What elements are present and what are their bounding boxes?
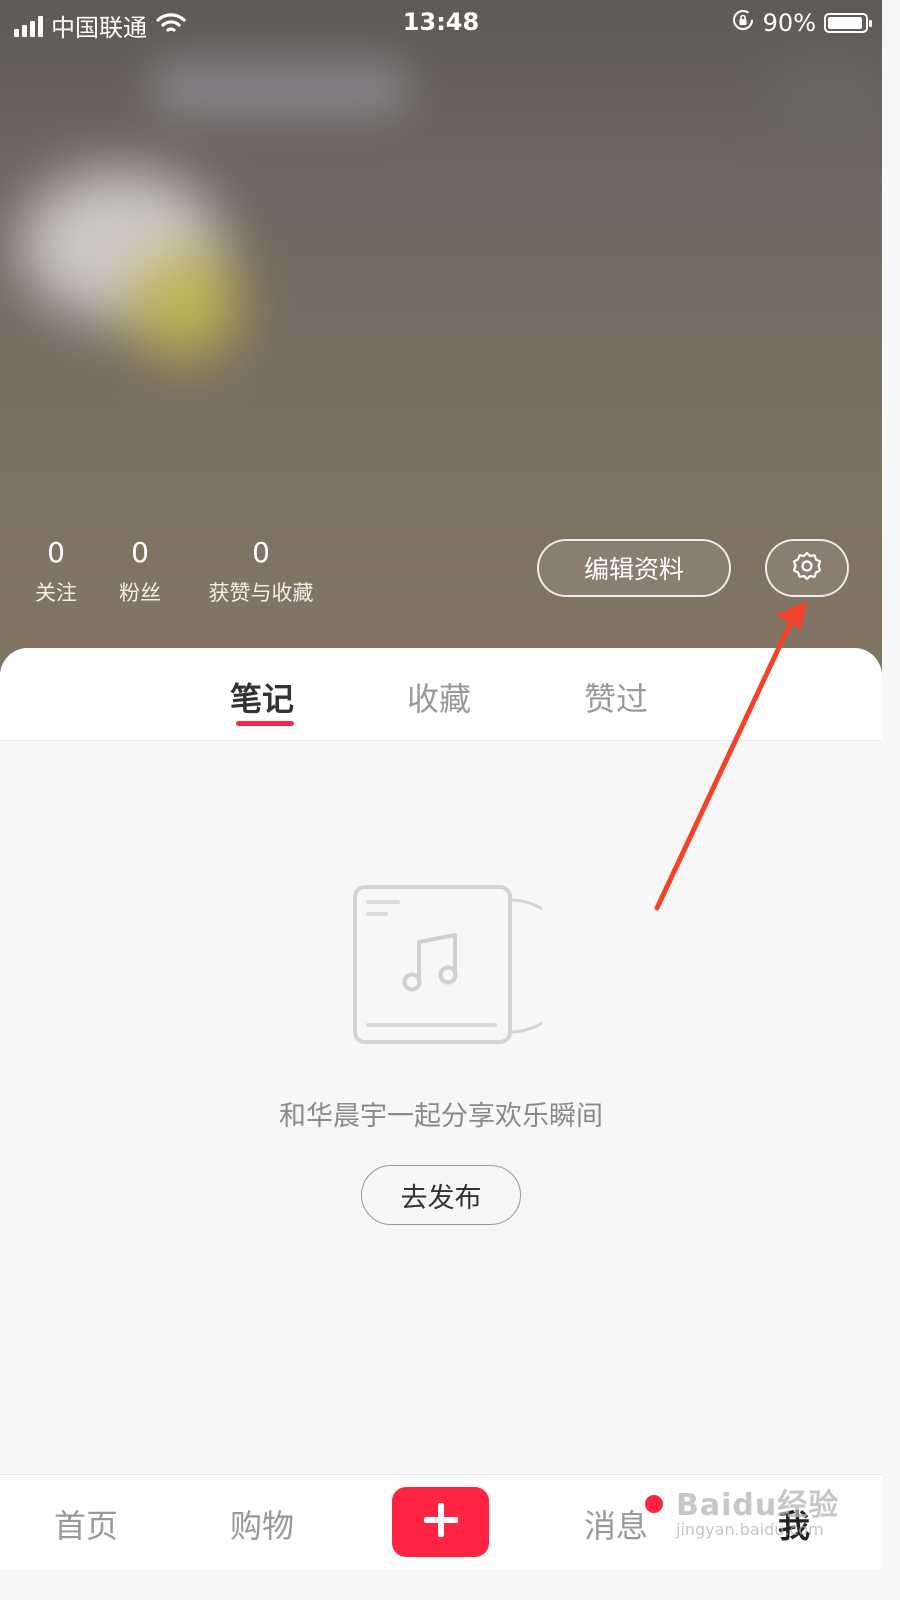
nav-home[interactable]: 首页 (54, 1501, 118, 1547)
stat-following-label: 关注 (35, 581, 77, 605)
rotation-lock-icon (731, 8, 755, 38)
stat-likes-count: 0 (252, 536, 270, 569)
stat-followers-label: 粉丝 (119, 581, 161, 605)
blurred-avatar-accent (130, 250, 240, 360)
watermark-brand: Baidu经验 (676, 1488, 840, 1523)
stat-following-count: 0 (47, 536, 65, 569)
status-bar: 中国联通 13:48 90% (0, 0, 882, 46)
nav-messages[interactable]: 消息 (584, 1501, 648, 1547)
battery-icon (824, 13, 872, 33)
stat-likes-collects[interactable]: 0 获赞与收藏 (200, 537, 322, 607)
content-card: 笔记 收藏 赞过 和华晨宇一起分享欢乐瞬间 去发布 (0, 648, 882, 1474)
settings-button[interactable] (765, 539, 849, 597)
stat-likes-label: 获赞与收藏 (208, 581, 314, 605)
active-tab-indicator (236, 721, 294, 726)
tab-liked[interactable]: 赞过 (584, 674, 648, 720)
stat-followers-count: 0 (131, 536, 149, 569)
nav-shopping[interactable]: 购物 (230, 1501, 294, 1547)
tab-bar: 笔记 收藏 赞过 (0, 648, 882, 741)
tab-notes[interactable]: 笔记 (230, 674, 294, 720)
create-post-button[interactable] (392, 1487, 489, 1557)
gear-icon (791, 550, 823, 586)
empty-state-message: 和华晨宇一起分享欢乐瞬间 (279, 1101, 603, 1132)
tab-collections[interactable]: 收藏 (407, 674, 471, 720)
watermark-url: jingyan.baidu.com (676, 1520, 824, 1539)
plus-icon (421, 1500, 461, 1544)
unread-badge (645, 1495, 663, 1513)
blurred-corner (770, 60, 882, 140)
music-album-icon (353, 885, 542, 1044)
stat-following[interactable]: 0 关注 (32, 537, 80, 607)
watermark: Baidu经验 jingyan.baidu.com (676, 1480, 839, 1539)
blurred-username-area (150, 60, 410, 120)
stat-followers[interactable]: 0 粉丝 (116, 537, 164, 607)
battery-percent: 90% (762, 9, 816, 37)
edit-profile-button[interactable]: 编辑资料 (537, 539, 731, 597)
publish-button[interactable]: 去发布 (361, 1165, 521, 1225)
